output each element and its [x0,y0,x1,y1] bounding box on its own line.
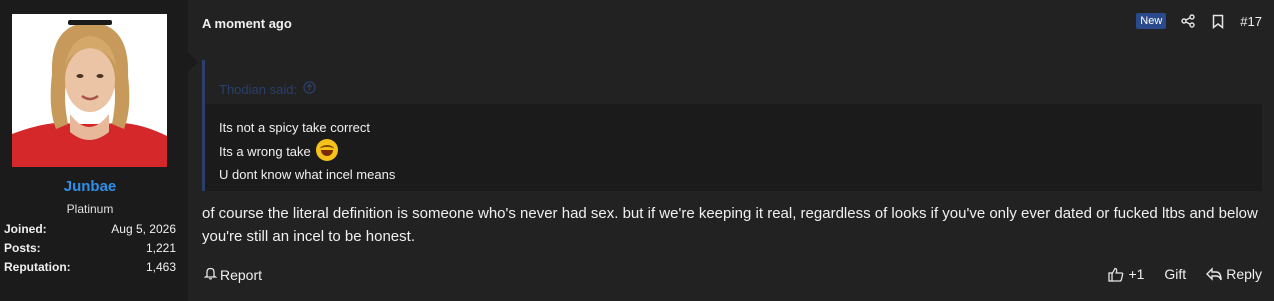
stat-posts: Posts: 1,221 [4,241,176,255]
post-number-link[interactable]: #17 [1240,14,1262,29]
report-label: Report [220,266,263,283]
like-button[interactable]: +1 [1108,266,1144,282]
user-title: Platinum [66,202,114,216]
report-button[interactable]: Report [203,266,263,283]
reply-button[interactable]: Reply [1206,266,1262,282]
forum-post: Junbae Platinum Joined: Aug 5, 2026 Post… [0,0,1274,301]
quote-line-row: Its a wrong take [219,139,1248,163]
post-actions: +1 Gift Reply [1108,266,1262,282]
stat-reputation: Reputation: 1,463 [4,260,176,274]
stat-label: Joined: [4,222,47,236]
arrow-up-circle-icon[interactable] [303,81,316,97]
post-header-actions: New #17 [1136,13,1262,29]
post-main: A moment ago New #17 Thodian said: Its n… [188,0,1274,301]
bookmark-icon[interactable] [1210,13,1226,29]
username[interactable]: Junbae [0,178,180,195]
post-message: of course the literal definition is some… [202,205,1258,245]
stat-label: Reputation: [4,260,71,274]
reply-label: Reply [1226,266,1262,282]
reaction-count: +1 [1128,266,1145,282]
quote-block: Thodian said: Its not a spicy take corre… [202,60,1262,191]
quote-line: Its not a spicy take correct [219,120,371,135]
quote-header[interactable]: Thodian said: [205,60,1262,104]
stat-value: 1,463 [145,260,176,274]
quote-line: U dont know what incel means [219,167,396,182]
reply-icon [1206,267,1222,281]
thumbs-up-icon [1108,267,1124,282]
gift-button[interactable]: Gift [1164,266,1186,282]
stat-joined: Joined: Aug 5, 2026 [4,222,176,236]
stat-value: Aug 5, 2026 [111,222,176,236]
quote-author[interactable]: Thodian said: [219,82,297,97]
share-icon[interactable] [1180,13,1196,29]
quote-body: Its not a spicy take correct Its a wrong… [205,104,1262,198]
stat-label: Posts: [4,241,41,255]
post-timestamp[interactable]: A moment ago [202,16,292,31]
quote-line: Its a wrong take [219,144,311,159]
user-sidebar: Junbae Platinum Joined: Aug 5, 2026 Post… [0,0,198,301]
stat-value: 1,221 [145,241,176,255]
avatar-image [12,14,167,167]
bell-icon [203,266,218,283]
rofl-emoji-icon [316,139,339,161]
new-badge: New [1136,13,1167,29]
avatar[interactable] [12,14,167,167]
